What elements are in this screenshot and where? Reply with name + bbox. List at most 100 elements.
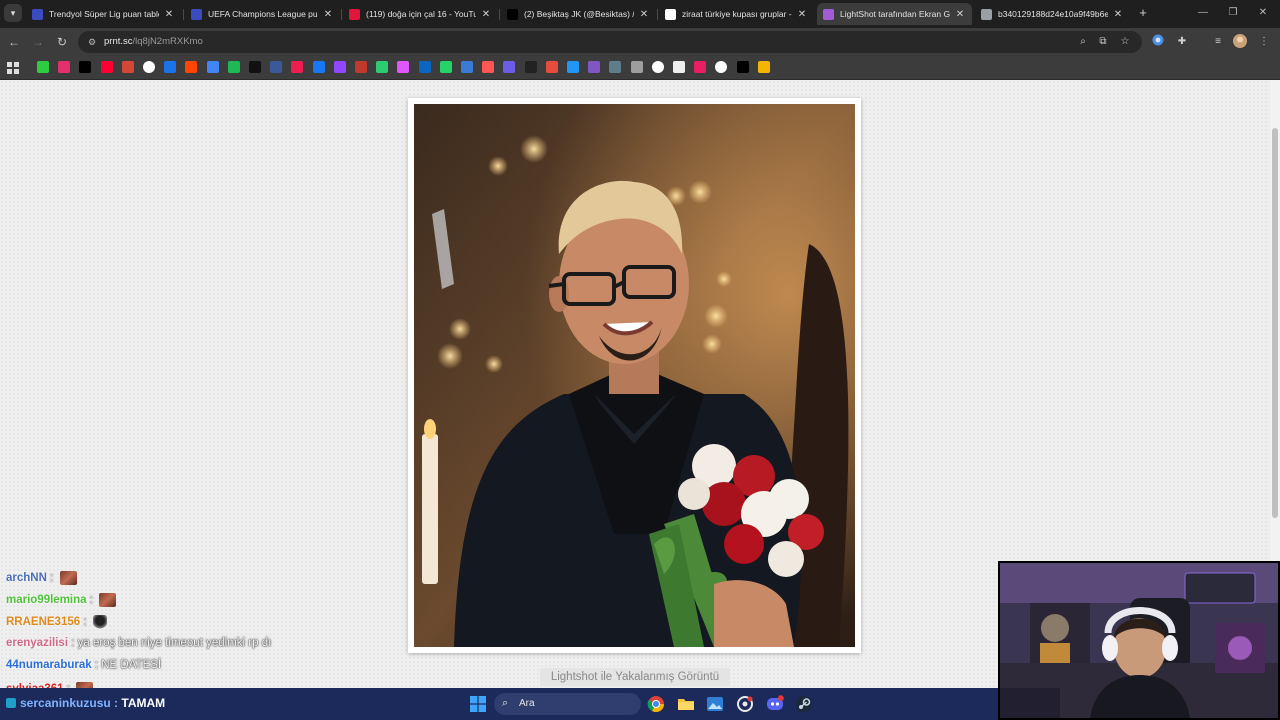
file-explorer-icon[interactable] (677, 695, 695, 713)
tab-search-chevron-icon[interactable]: ▾ (4, 4, 22, 22)
windows-start-icon[interactable] (470, 696, 486, 712)
browser-tab[interactable]: b340129188d24e10a9f49b6e5 ✕ (975, 3, 1130, 25)
bookmark-icon[interactable] (79, 61, 92, 73)
steelseries-icon[interactable] (736, 695, 754, 713)
bookmark-icon[interactable] (121, 61, 134, 73)
bookmark-icon[interactable] (355, 61, 367, 73)
address-bar[interactable]: ⚙ prnt.sc/lq8jN2mRXKmo ⌕ ⧉ ☆ (78, 31, 1142, 53)
tab-title: Trendyol Süper Lig puan tablosu (49, 9, 159, 19)
reload-icon: ↻ (56, 35, 68, 49)
browser-tab[interactable]: UEFA Champions League puan ✕ (185, 3, 340, 25)
bookmark-icon[interactable] (503, 61, 516, 73)
bookmark-icon[interactable] (651, 61, 664, 73)
steam-icon[interactable] (795, 695, 813, 713)
chat-message: ya eroş ben niye timeout yedimki rp dı (77, 637, 272, 649)
more-menu-icon[interactable]: ⋮ (1256, 34, 1272, 50)
maximize-icon[interactable]: ❐ (1226, 7, 1240, 18)
browser-tab[interactable]: ziraat türkiye kupası gruplar - G ✕ (659, 3, 814, 25)
tab-close-icon[interactable]: ✕ (480, 9, 492, 20)
bookmark-icon[interactable] (418, 61, 431, 73)
bookmark-icon[interactable] (376, 61, 389, 73)
bookmark-icon[interactable] (461, 61, 473, 73)
bookmark-icon[interactable] (143, 61, 155, 73)
browser-tab[interactable]: Trendyol Süper Lig puan tablosu ✕ (26, 3, 181, 25)
tab-favicon-icon (191, 8, 202, 20)
bookmark-icon[interactable] (630, 61, 643, 73)
apps-grid-icon[interactable] (7, 61, 19, 74)
bookmark-icon[interactable] (397, 61, 410, 73)
minimize-icon[interactable]: — (1196, 7, 1210, 18)
scrollbar-thumb[interactable] (1272, 128, 1278, 518)
url-text[interactable]: prnt.sc/lq8jN2mRXKmo (104, 36, 203, 47)
new-tab-button[interactable]: + (1136, 6, 1150, 20)
chat-emote-icon (99, 593, 117, 607)
reading-list-icon[interactable]: ≡ (1210, 34, 1226, 50)
bookmark-icon[interactable] (206, 61, 219, 73)
magnifier-icon[interactable]: ⌕ (1076, 35, 1090, 49)
browser-tab[interactable]: LightShot tarafından Ekran Gör ✕ (817, 3, 972, 25)
chat-line: mario99lemina : (6, 593, 117, 607)
bookmark-icon[interactable] (588, 61, 601, 73)
bookmark-icon[interactable] (736, 61, 749, 73)
chat-username: RRAENE3156 (6, 616, 81, 629)
tab-close-icon[interactable]: ✕ (638, 9, 650, 20)
bookmark-icon[interactable] (164, 61, 177, 73)
tab-close-icon[interactable]: ✕ (163, 9, 175, 20)
tab-close-icon[interactable]: ✕ (1112, 9, 1124, 20)
bookmark-icon[interactable] (545, 61, 558, 73)
chat-separator: : (68, 637, 78, 649)
forward-button[interactable]: → (30, 34, 46, 50)
photos-icon[interactable] (706, 695, 724, 713)
bookmark-icon[interactable] (333, 61, 346, 73)
taskbar-search-box[interactable]: ⌕ Ara (494, 693, 641, 715)
bookmark-icon[interactable] (715, 61, 728, 73)
bookmark-icon[interactable] (270, 61, 283, 73)
install-app-icon[interactable]: ⧉ (1096, 35, 1110, 49)
bookmark-icon[interactable] (757, 61, 770, 73)
tab-title: (119) doğa için çal 16 - YouTube (366, 9, 476, 19)
bookmark-icon[interactable] (37, 61, 49, 73)
avatar[interactable] (1232, 34, 1248, 50)
bookmark-icon[interactable] (58, 61, 71, 73)
chat-message: TAMAM (121, 696, 166, 710)
bookmark-icon[interactable] (227, 61, 240, 73)
tab-close-icon[interactable]: ✕ (954, 9, 966, 20)
bookmark-icon[interactable] (482, 61, 495, 73)
bookmark-icon[interactable] (100, 61, 113, 73)
star-icon[interactable]: ☆ (1118, 35, 1132, 49)
tab-close-icon[interactable]: ✕ (322, 9, 334, 20)
discord-icon[interactable] (766, 695, 784, 713)
puzzle-icon[interactable]: ✚ (1174, 34, 1190, 50)
chat-username: erenyazilisi (6, 637, 69, 649)
tab-separator (341, 9, 342, 20)
back-button[interactable]: ← (6, 34, 22, 50)
browser-tab[interactable]: (119) doğa için çal 16 - YouTube ✕ (343, 3, 498, 25)
tab-favicon-icon (507, 8, 518, 20)
bookmark-icon[interactable] (291, 61, 304, 73)
tab-close-icon[interactable]: ✕ (796, 9, 808, 20)
tab-title: LightShot tarafından Ekran Gör (840, 9, 950, 19)
bookmark-icon[interactable] (567, 61, 579, 73)
bookmark-icon[interactable] (185, 61, 198, 73)
tab-separator (183, 9, 184, 20)
browser-tab[interactable]: (2) Beşiktaş JK (@Besiktas) / X ✕ (501, 3, 656, 25)
url-host: prnt.sc (104, 36, 133, 47)
bookmark-icon[interactable] (524, 61, 537, 73)
bookmark-icon[interactable] (673, 61, 685, 73)
tab-title: b340129188d24e10a9f49b6e5 (998, 9, 1108, 19)
bookmark-icon[interactable] (609, 61, 622, 73)
chrome-icon[interactable] (647, 695, 665, 713)
tab-strip: ▾ Trendyol Süper Lig puan tablosu✕UEFA C… (0, 0, 1280, 28)
webcam-image (1000, 563, 1278, 718)
bookmark-icon[interactable] (249, 61, 261, 73)
tune-icon[interactable]: ⚙ (86, 36, 98, 48)
bookmarks-bar (0, 56, 1280, 80)
reload-button[interactable]: ↻ (54, 34, 70, 50)
chat-username: sercaninkuzusu (20, 696, 111, 710)
bookmark-icon[interactable] (312, 61, 325, 73)
bookmark-icon[interactable] (439, 61, 452, 73)
bookmark-icon[interactable] (694, 61, 707, 73)
extension-blue-icon[interactable] (1150, 34, 1166, 50)
screenshot-image[interactable] (414, 104, 855, 647)
close-window-icon[interactable]: ✕ (1256, 7, 1270, 18)
